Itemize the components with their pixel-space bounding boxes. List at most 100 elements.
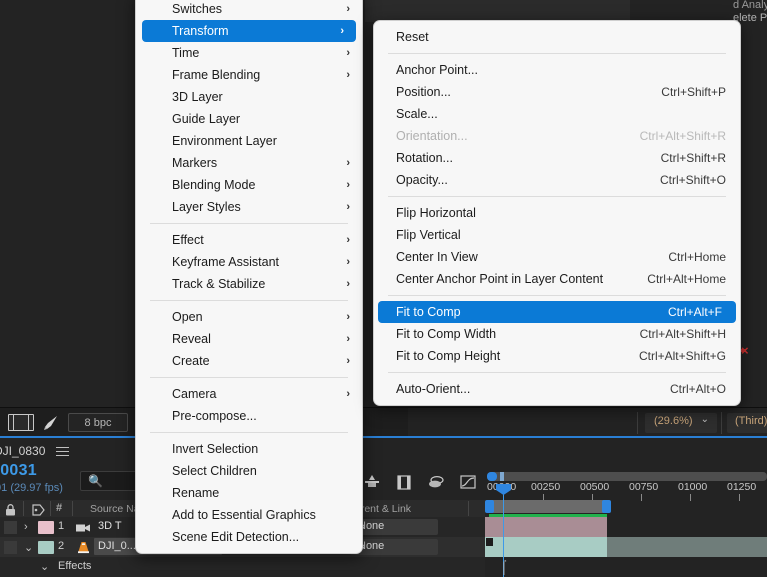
chevron-down-icon[interactable]: ⌄ — [24, 541, 33, 554]
layer-bar-2-extension[interactable] — [607, 537, 767, 557]
composition-thumbnail-icon[interactable] — [8, 414, 34, 431]
lock-icon[interactable] — [5, 503, 16, 516]
submenu-item-opacity[interactable]: Opacity... Ctrl+Shift+O — [374, 169, 740, 191]
resolution-dropdown[interactable]: (Third) — [727, 413, 767, 433]
transform-submenu[interactable]: Reset Anchor Point... Position... Ctrl+S… — [373, 20, 741, 406]
menu-item-environment-layer[interactable]: Environment Layer — [136, 130, 362, 152]
effect-controls-line-1: d Analysis — [733, 0, 767, 11]
label-tag-icon[interactable] — [32, 503, 45, 516]
layer-label-color[interactable] — [38, 541, 54, 554]
parent-link-column-header[interactable]: arent & Link — [355, 503, 411, 515]
menu-item-shortcut: Ctrl+Alt+Shift+H — [639, 327, 726, 341]
layer-index: 1 — [58, 520, 65, 532]
menu-item-shortcut: Ctrl+Home — [668, 250, 726, 264]
work-area-end-handle[interactable] — [602, 500, 611, 513]
timeline-left-gutter-row2 — [440, 537, 485, 557]
menu-item-select-children[interactable]: Select Children — [136, 460, 362, 482]
submenu-item-reset[interactable]: Reset — [374, 26, 740, 48]
menu-item-reveal[interactable]: Reveal › — [136, 328, 362, 350]
parent-link-dropdown[interactable]: None ⌄ — [350, 539, 438, 555]
menu-item-invert-selection[interactable]: Invert Selection — [136, 438, 362, 460]
parent-link-dropdown[interactable]: None ⌄ — [350, 519, 438, 535]
submenu-item-scale[interactable]: Scale... — [374, 103, 740, 125]
menu-item-3d-layer[interactable]: 3D Layer — [136, 86, 362, 108]
submenu-item-rotation[interactable]: Rotation... Ctrl+Shift+R — [374, 147, 740, 169]
menu-item-label: Rotation... — [396, 151, 453, 165]
layer-name[interactable]: 3D T — [98, 520, 122, 532]
menu-item-track-and-stabilize[interactable]: Track & Stabilize › — [136, 273, 362, 295]
app-root: d Analysis elete Points Across Ti × 8 bp… — [0, 0, 767, 577]
menu-item-label: Fit to Comp Height — [396, 349, 501, 363]
submenu-item-fit-to-comp-height[interactable]: Fit to Comp Height Ctrl+Alt+Shift+G — [374, 345, 740, 367]
submenu-item-auto-orient[interactable]: Auto-Orient... Ctrl+Alt+O — [374, 378, 740, 400]
motion-blur-icon[interactable] — [362, 472, 382, 492]
menu-item-camera[interactable]: Camera › — [136, 383, 362, 405]
video-visibility-toggle[interactable] — [4, 541, 17, 554]
close-icon[interactable]: × — [741, 344, 749, 357]
menu-item-rename[interactable]: Rename — [136, 482, 362, 504]
chevron-right-icon: › — [346, 201, 350, 213]
ruler-label: 00750 — [629, 481, 659, 493]
menu-item-label: Add to Essential Graphics — [172, 508, 316, 522]
menu-separator — [388, 295, 726, 296]
chevron-right-icon[interactable]: › — [24, 521, 28, 533]
submenu-item-center-in-view[interactable]: Center In View Ctrl+Home — [374, 246, 740, 268]
timeline-scrollbar-handle[interactable] — [487, 472, 497, 481]
zoom-level-dropdown[interactable]: (29.6%) ⌄ — [645, 413, 717, 433]
rocket-icon[interactable] — [42, 414, 60, 432]
submenu-item-fit-to-comp[interactable]: Fit to Comp Ctrl+Alt+F — [378, 301, 736, 323]
menu-item-label: Reset — [396, 30, 429, 44]
menu-item-frame-blending[interactable]: Frame Blending › — [136, 64, 362, 86]
menu-item-label: Orientation... — [396, 129, 468, 143]
work-area-bar[interactable] — [487, 500, 609, 513]
timeline-ruler[interactable]: 00000 00250 00500 00750 01000 01250 — [485, 481, 767, 501]
layer-label-color[interactable] — [38, 521, 54, 534]
chevron-right-icon: › — [346, 234, 350, 246]
menu-item-keyframe-assistant[interactable]: Keyframe Assistant › — [136, 251, 362, 273]
menu-item-label: Center In View — [396, 250, 478, 264]
column-separator-3 — [72, 501, 73, 516]
graph-editor-icon[interactable] — [458, 472, 478, 492]
bit-depth-button[interactable]: 8 bpc — [68, 413, 128, 432]
hamburger-icon[interactable] — [56, 447, 69, 457]
menu-item-time[interactable]: Time › — [136, 42, 362, 64]
menu-item-label: Position... — [396, 85, 451, 99]
menu-item-label: Invert Selection — [172, 442, 259, 456]
submenu-item-flip-horizontal[interactable]: Flip Horizontal — [374, 202, 740, 224]
menu-item-label: Open — [172, 310, 203, 324]
menu-item-open[interactable]: Open › — [136, 306, 362, 328]
timecode-framerate: :01 (29.97 fps) — [0, 482, 63, 494]
comp-name-tab[interactable]: DJI_0830 — [0, 444, 45, 458]
submenu-item-fit-to-comp-width[interactable]: Fit to Comp Width Ctrl+Alt+Shift+H — [374, 323, 740, 345]
submenu-item-position[interactable]: Position... Ctrl+Shift+P — [374, 81, 740, 103]
menu-item-create[interactable]: Create › — [136, 350, 362, 372]
menu-item-effect[interactable]: Effect › — [136, 229, 362, 251]
source-name-column-header[interactable]: Source Na — [90, 503, 140, 515]
current-timecode[interactable]: 00031 — [0, 462, 37, 480]
search-icon[interactable]: 🔍 — [88, 474, 103, 488]
menu-item-blending-mode[interactable]: Blending Mode › — [136, 174, 362, 196]
menu-item-markers[interactable]: Markers › — [136, 152, 362, 174]
work-area-start-handle[interactable] — [485, 500, 494, 513]
menu-item-switches[interactable]: Switches › — [136, 0, 362, 20]
submenu-item-flip-vertical[interactable]: Flip Vertical — [374, 224, 740, 246]
menu-item-scene-edit-detection[interactable]: Scene Edit Detection... — [136, 526, 362, 548]
timeline-zoom-scrollbar[interactable] — [487, 472, 767, 481]
menu-item-label: Camera — [172, 387, 217, 401]
menu-item-pre-compose[interactable]: Pre-compose... — [136, 405, 362, 427]
shy-layers-icon[interactable] — [426, 472, 446, 492]
menu-item-guide-layer[interactable]: Guide Layer — [136, 108, 362, 130]
menu-item-transform[interactable]: Transform › — [142, 20, 356, 42]
menu-item-label: Flip Horizontal — [396, 206, 476, 220]
chevron-right-icon: › — [346, 157, 350, 169]
menu-item-add-to-essential-graphics[interactable]: Add to Essential Graphics — [136, 504, 362, 526]
layer-context-menu[interactable]: Switches › Transform › Time › Frame Blen… — [135, 0, 363, 554]
video-visibility-toggle[interactable] — [4, 521, 17, 534]
menu-item-label: Track & Stabilize — [172, 277, 266, 291]
menu-item-layer-styles[interactable]: Layer Styles › — [136, 196, 362, 218]
frame-blend-icon[interactable] — [394, 472, 414, 492]
chevron-down-icon[interactable]: ⌄ — [40, 560, 49, 573]
layer-number-column-header[interactable]: # — [56, 502, 62, 514]
submenu-item-center-anchor-point[interactable]: Center Anchor Point in Layer Content Ctr… — [374, 268, 740, 290]
submenu-item-anchor-point[interactable]: Anchor Point... — [374, 59, 740, 81]
